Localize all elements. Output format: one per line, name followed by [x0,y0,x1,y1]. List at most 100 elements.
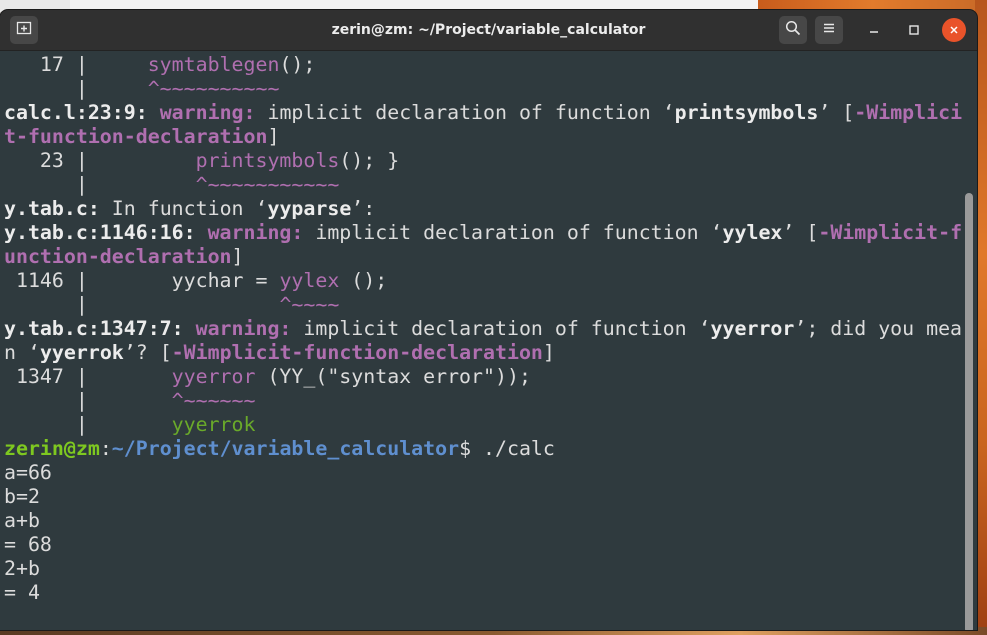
terminal-text-segment: ’ [ [782,221,819,244]
terminal-text-segment: yylex [722,221,783,244]
terminal-text-segment: ’: [351,197,376,220]
terminal-text-segment: implicit declaration of function ‘ [315,221,723,244]
terminal-output[interactable]: 17 | symtablegen(); | ^~~~~~~~~~~ calc.l:… [0,51,977,630]
terminal-line: zerin@zm:~/Project/variable_calculator$ … [4,437,977,461]
terminal-text-segment: y.tab.c:1146:16: [4,221,208,244]
terminal-text-segment: calc.l:23:9: [4,101,160,124]
close-icon [948,21,960,40]
terminal-text-segment: zerin@zm [4,437,100,460]
terminal-text-segment: = 68 [4,533,52,556]
terminal-text-segment: printsymbols [674,101,819,124]
terminal-text-segment: (); } [339,149,400,172]
terminal-line: y.tab.c:1146:16: warning: implicit decla… [4,221,977,245]
terminal-text-segment: 1146 | yychar = [4,269,280,292]
terminal-text-segment: -Wimplicit-function-declaration [171,341,543,364]
terminal-text-segment: ] [542,341,555,364]
terminal-text-segment: yyerror [710,317,795,340]
terminal-text-segment: symtablegen [147,53,280,76]
terminal-text-segment: ’; did you mea [794,317,963,340]
terminal-window: zerin@zm: ~/Project/variable_calculator [0,10,977,630]
terminal-line: t-function-declaration] [4,125,977,149]
terminal-text-segment: warning: [159,101,268,124]
terminal-text: 17 | symtablegen(); | ^~~~~~~~~~~ calc.l:… [4,53,977,605]
terminal-text-segment: yyerror [171,365,256,388]
terminal-text-segment: ^~~~~~~~~~~ [147,77,280,100]
terminal-text-segment: 2+b [4,557,40,580]
minimize-button[interactable] [862,18,886,42]
terminal-text-segment: n ‘ [4,341,40,364]
terminal-line: | ^~~~~ [4,293,977,317]
terminal-text-segment: In function ‘ [99,197,268,220]
terminal-text-segment: : [99,437,112,460]
terminal-text-segment: unction-declaration [4,245,232,268]
terminal-text-segment: t-function-declaration [4,125,268,148]
maximize-icon [908,21,920,40]
terminal-text-segment: -Wimplici [854,101,963,124]
terminal-line: calc.l:23:9: warning: implicit declarati… [4,101,977,125]
scrollbar[interactable] [965,193,973,630]
terminal-text-segment: yyparse [267,197,352,220]
terminal-text-segment: b=2 [4,485,40,508]
terminal-text-segment: ] [231,245,244,268]
terminal-text-segment: ^~~~~~~ [171,389,256,412]
terminal-line: | yyerrok [4,413,977,437]
terminal-text-segment: ] [267,125,280,148]
terminal-text-segment: | [4,413,172,436]
terminal-line: | ^~~~~~~~~~~ [4,77,977,101]
terminal-text-segment: ^~~~~~~~~~~~ [195,173,340,196]
terminal-line: | ^~~~~~~ [4,389,977,413]
terminal-text-segment: y.tab.c:1347:7: [4,317,196,340]
minimize-icon [868,21,880,40]
terminal-line: y.tab.c:1347:7: warning: implicit declar… [4,317,977,341]
terminal-text-segment: a=66 [4,461,52,484]
terminal-line: 2+b [4,557,977,581]
terminal-text-segment: -Wimplicit-f [818,221,963,244]
terminal-text-segment: $ ./calc [459,437,555,460]
terminal-line: n ‘yyerrok’? [-Wimplicit-function-declar… [4,341,977,365]
maximize-button[interactable] [902,18,926,42]
terminal-text-segment: 1347 | [4,365,172,388]
terminal-text-segment: yyerrok [171,413,256,436]
terminal-text-segment: 23 | [4,149,196,172]
terminal-text-segment: | [4,293,280,316]
terminal-text-segment: ~/Project/variable_calculator [111,437,460,460]
terminal-text-segment: ’ [ [818,101,855,124]
hamburger-menu-icon [821,20,837,40]
search-button[interactable] [779,16,807,44]
terminal-text-segment: = 4 [4,581,40,604]
terminal-line: 23 | printsymbols(); } [4,149,977,173]
terminal-line: 1146 | yychar = yylex (); [4,269,977,293]
terminal-line: y.tab.c: In function ‘yyparse’: [4,197,977,221]
terminal-text-segment: warning: [195,317,304,340]
terminal-line: 17 | symtablegen(); [4,53,977,77]
terminal-text-segment: | [4,173,196,196]
terminal-text-segment: y.tab.c: [4,197,100,220]
close-button[interactable] [942,18,966,42]
terminal-line: = 68 [4,533,977,557]
title-bar[interactable]: zerin@zm: ~/Project/variable_calculator [0,10,977,51]
menu-button[interactable] [815,16,843,44]
terminal-text-segment: ’? [ [123,341,172,364]
terminal-line: = 4 [4,581,977,605]
terminal-line: | ^~~~~~~~~~~~ [4,173,977,197]
terminal-text-segment: implicit declaration of function ‘ [267,101,675,124]
terminal-text-segment: 17 | [4,53,148,76]
terminal-text-segment: warning: [207,221,316,244]
terminal-text-segment: a+b [4,509,40,532]
terminal-line: a+b [4,509,977,533]
terminal-text-segment: ^~~~~ [279,293,340,316]
terminal-text-segment: (); [339,269,388,292]
terminal-text-segment: | [4,77,148,100]
terminal-line: 1347 | yyerror (YY_("syntax error")); [4,365,977,389]
search-icon [785,20,801,40]
terminal-text-segment: yylex [279,269,340,292]
terminal-text-segment: (); [279,53,316,76]
terminal-text-segment: yyerrok [39,341,124,364]
terminal-text-segment: implicit declaration of function ‘ [303,317,711,340]
terminal-text-segment: printsymbols [195,149,340,172]
terminal-line: unction-declaration] [4,245,977,269]
terminal-text-segment: | [4,389,172,412]
terminal-line: b=2 [4,485,977,509]
terminal-line: a=66 [4,461,977,485]
terminal-text-segment: (YY_("syntax error")); [255,365,531,388]
